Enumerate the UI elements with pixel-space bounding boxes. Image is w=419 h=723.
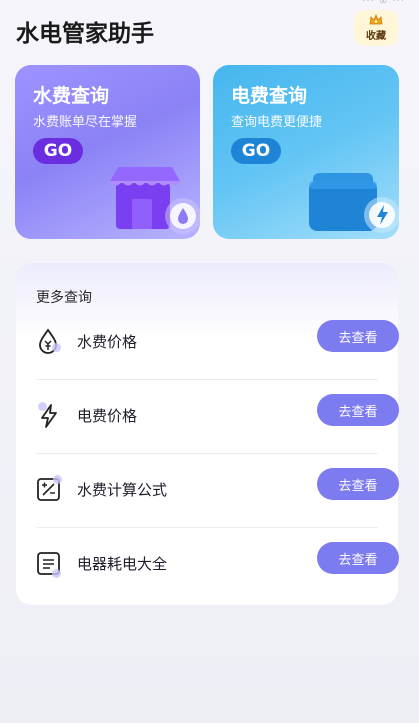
decor-dot <box>53 475 62 484</box>
water-card-subtitle: 水费账单尽在掌握 <box>33 115 138 130</box>
more-queries-panel: 更多查询 水费价格 去查看 电费价格 去查看 水费计算公式 去查看 电器耗电大全… <box>16 263 399 605</box>
decor-dot <box>52 569 61 578</box>
more-queries-title: 更多查询 <box>36 290 92 306</box>
favorite-label: 收藏 <box>366 31 386 42</box>
crown-icon <box>369 14 383 25</box>
divider <box>36 527 378 528</box>
list-item-label: 水费价格 <box>77 333 138 351</box>
list-item-label: 电费价格 <box>77 407 138 425</box>
view-button[interactable]: 去查看 <box>317 394 399 426</box>
list-item-appliance-power[interactable]: 电器耗电大全 去查看 <box>36 542 399 624</box>
list-item-label: 水费计算公式 <box>77 481 168 499</box>
view-button[interactable]: 去查看 <box>317 320 399 352</box>
water-query-card[interactable]: 水费查询 水费账单尽在掌握 GO <box>15 65 200 239</box>
page-title: 水电管家助手 <box>16 21 154 47</box>
view-button[interactable]: 去查看 <box>317 468 399 500</box>
view-button[interactable]: 去查看 <box>317 542 399 574</box>
water-price-icon <box>39 328 57 354</box>
water-go-button[interactable]: GO <box>33 138 83 164</box>
electric-card-title: 电费查询 <box>231 85 308 107</box>
water-card-title: 水费查询 <box>33 85 110 107</box>
divider <box>36 453 378 454</box>
list-item-water-formula[interactable]: 水费计算公式 去查看 <box>36 468 399 550</box>
list-item-label: 电器耗电大全 <box>77 555 168 573</box>
decor-dot <box>38 402 47 411</box>
decor-dot <box>52 343 61 352</box>
list-item-water-price[interactable]: 水费价格 去查看 <box>36 320 399 402</box>
electric-card-subtitle: 查询电费更便捷 <box>231 115 323 130</box>
wallet-bolt-icon <box>309 173 399 233</box>
favorite-button[interactable]: 收藏 <box>354 10 398 46</box>
electric-go-button[interactable]: GO <box>231 138 281 164</box>
electric-query-card[interactable]: 电费查询 查询电费更便捷 GO <box>213 65 399 239</box>
list-item-electric-price[interactable]: 电费价格 去查看 <box>36 394 399 476</box>
status-bar-partial: ··· ∞ ··· <box>362 0 405 7</box>
divider <box>36 379 378 380</box>
shop-drop-icon <box>109 167 200 234</box>
